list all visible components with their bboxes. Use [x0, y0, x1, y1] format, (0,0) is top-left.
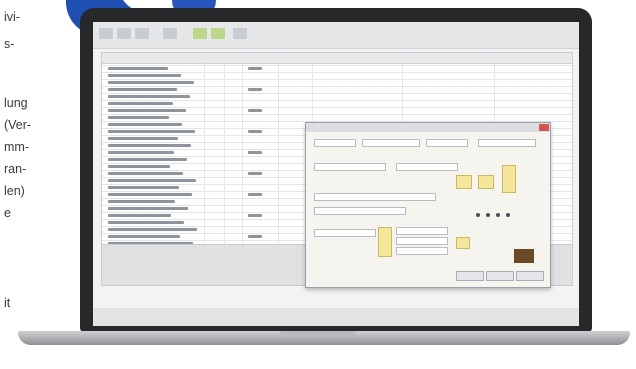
- radio-icon[interactable]: [476, 213, 480, 217]
- table-row[interactable]: [102, 93, 572, 94]
- dialog-input[interactable]: [396, 163, 458, 171]
- dialog-highlight-field[interactable]: [502, 165, 516, 193]
- column-header-row: [102, 53, 572, 64]
- cell-text: [248, 151, 262, 154]
- dialog-highlight-field[interactable]: [478, 175, 494, 189]
- cell-text: [108, 95, 190, 98]
- cell-text: [248, 172, 262, 175]
- dialog-input[interactable]: [314, 193, 436, 201]
- side-text-line: e: [4, 206, 11, 220]
- cell-text: [108, 81, 194, 84]
- cell-text: [108, 123, 182, 126]
- cell-text: [108, 228, 197, 231]
- dialog-input[interactable]: [314, 139, 356, 147]
- toolbar-button-green[interactable]: [193, 28, 207, 39]
- cell-text: [108, 67, 168, 70]
- table-row[interactable]: [102, 100, 572, 101]
- side-text-line: ivi-: [4, 10, 20, 24]
- cell-text: [108, 186, 179, 189]
- close-icon[interactable]: [539, 124, 549, 131]
- cell-text: [108, 74, 181, 77]
- side-text-line: it: [4, 296, 11, 310]
- dialog-highlight-field[interactable]: [378, 227, 392, 257]
- dialog-button[interactable]: [456, 271, 484, 281]
- cell-text: [108, 102, 173, 105]
- cell-text: [108, 207, 188, 210]
- cell-text: [108, 116, 169, 119]
- cell-text: [248, 130, 262, 133]
- dialog-input[interactable]: [426, 139, 468, 147]
- side-text-line: len): [4, 184, 25, 198]
- cell-text: [108, 214, 171, 217]
- side-text-line: lung: [4, 96, 28, 110]
- toolbar-button[interactable]: [99, 28, 113, 39]
- laptop-screen: [93, 22, 579, 326]
- toolbar-button-green[interactable]: [211, 28, 225, 39]
- cell-text: [248, 67, 262, 70]
- app-toolbar: [93, 22, 579, 49]
- side-text-line: s-: [4, 37, 15, 51]
- table-row[interactable]: [102, 107, 572, 108]
- cell-text: [108, 158, 187, 161]
- side-text-line: ran-: [4, 162, 27, 176]
- cell-text: [108, 221, 184, 224]
- dialog-input[interactable]: [314, 163, 386, 171]
- dialog-button[interactable]: [516, 271, 544, 281]
- dialog-input[interactable]: [478, 139, 536, 147]
- cell-text: [108, 109, 186, 112]
- side-text-column: ivi- s- lung (Ver- mm- ran- len) e it: [0, 0, 64, 369]
- side-text-line: mm-: [4, 140, 29, 154]
- dialog-highlight-field[interactable]: [456, 175, 472, 189]
- cell-text: [248, 214, 262, 217]
- dialog-highlight-field[interactable]: [456, 237, 470, 249]
- cell-text: [108, 165, 170, 168]
- toolbar-button[interactable]: [233, 28, 247, 39]
- table-row[interactable]: [102, 114, 572, 115]
- dialog-input[interactable]: [396, 227, 448, 235]
- table-row[interactable]: [102, 72, 572, 73]
- laptop-opening-notch: [280, 331, 356, 336]
- toolbar-button[interactable]: [135, 28, 149, 39]
- cell-text: [248, 235, 262, 238]
- dialog-input[interactable]: [396, 247, 448, 255]
- radio-icon[interactable]: [486, 213, 490, 217]
- cell-text: [108, 193, 192, 196]
- status-bar: [93, 308, 579, 326]
- side-text-line: (Ver-: [4, 118, 32, 132]
- edit-dialog[interactable]: [305, 122, 551, 288]
- cell-text: [108, 179, 196, 182]
- dialog-input[interactable]: [314, 207, 406, 215]
- cell-text: [248, 193, 262, 196]
- radio-icon[interactable]: [506, 213, 510, 217]
- cell-text: [108, 200, 175, 203]
- cell-text: [248, 109, 262, 112]
- dialog-title-bar: [306, 123, 550, 132]
- table-row[interactable]: [102, 65, 572, 66]
- dialog-button[interactable]: [486, 271, 514, 281]
- cell-text: [108, 172, 183, 175]
- cell-text: [108, 151, 174, 154]
- photo-thumbnail: [514, 249, 534, 263]
- cell-text: [108, 235, 180, 238]
- toolbar-button[interactable]: [117, 28, 131, 39]
- cell-text: [248, 88, 262, 91]
- table-row[interactable]: [102, 79, 572, 80]
- toolbar-button[interactable]: [163, 28, 177, 39]
- cell-text: [108, 144, 191, 147]
- dialog-input[interactable]: [314, 229, 376, 237]
- cell-text: [108, 88, 177, 91]
- dialog-input[interactable]: [396, 237, 448, 245]
- cell-text: [108, 130, 195, 133]
- cell-text: [108, 137, 178, 140]
- table-row[interactable]: [102, 86, 572, 87]
- radio-icon[interactable]: [496, 213, 500, 217]
- dialog-input[interactable]: [362, 139, 420, 147]
